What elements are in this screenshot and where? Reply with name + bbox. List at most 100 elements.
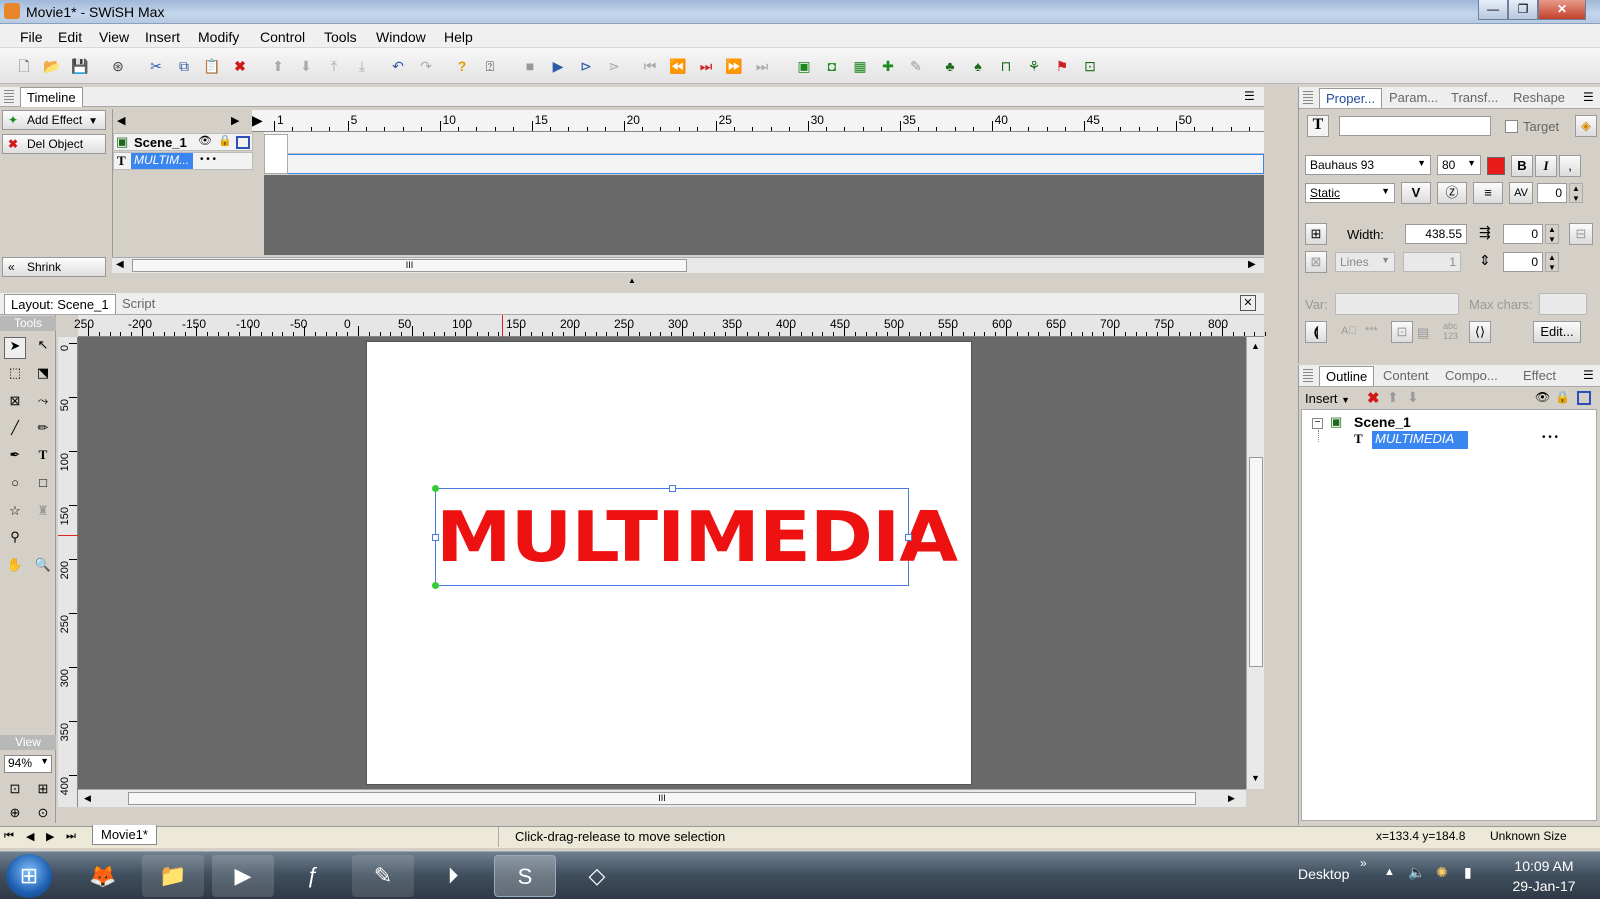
send-backward-icon[interactable]: ⬇ — [296, 56, 316, 76]
width-input[interactable]: 438.55 — [1405, 224, 1467, 244]
lock-icon[interactable]: 🔒 — [218, 134, 232, 147]
extra-app-icon[interactable]: ◇ — [566, 855, 628, 897]
zoom-fit-icon[interactable]: ⊡ — [4, 781, 26, 803]
stage-canvas[interactable]: MULTIMEDIA — [366, 341, 972, 785]
undo-icon[interactable]: ↶ — [388, 56, 408, 76]
panel-grip[interactable] — [1303, 369, 1313, 383]
send-to-back-icon[interactable]: ⤓ — [352, 56, 372, 76]
print-preview-icon[interactable]: ⊛ — [108, 56, 128, 76]
insert-script-icon[interactable]: ✎ — [906, 56, 926, 76]
menu-edit[interactable]: Edit — [58, 29, 82, 45]
scroll-right-icon[interactable]: ▶ — [231, 114, 239, 127]
autoshape-tool-icon[interactable]: ☆ — [4, 503, 26, 525]
tab-content[interactable]: Content — [1383, 368, 1429, 383]
tab-parameters[interactable]: Param... — [1389, 90, 1438, 105]
stop-icon[interactable]: ■ — [520, 56, 540, 76]
menu-modify[interactable]: Modify — [198, 29, 239, 45]
insert-sprite-icon[interactable]: ✚ — [878, 56, 898, 76]
text-type-select[interactable]: Static ▼ — [1305, 183, 1395, 203]
font-select[interactable]: Bauhaus 93 ▼ — [1305, 155, 1431, 175]
tab-properties[interactable]: Proper... — [1319, 88, 1383, 108]
line-spacing-spinner[interactable]: ▲ ▼ — [1545, 252, 1559, 272]
insert-button-icon[interactable]: ◘ — [822, 56, 842, 76]
paste-icon[interactable]: 📋 — [202, 56, 222, 76]
stage-text[interactable]: MULTIMEDIA — [436, 498, 958, 575]
next-frame-icon[interactable]: ⏩ — [724, 56, 744, 76]
object-name-input[interactable] — [1339, 116, 1491, 136]
tab-transform[interactable]: Transf... — [1451, 90, 1498, 105]
html-text-icon[interactable]: A⃞ — [1341, 325, 1357, 337]
network-icon[interactable]: ✺ — [1436, 864, 1448, 881]
outline-text-item[interactable]: MULTIMEDIA — [1372, 431, 1468, 449]
bold-button[interactable]: B — [1511, 155, 1533, 177]
scroll-left-arrow-icon[interactable]: ◀ — [84, 793, 91, 804]
zoom-select[interactable]: 94% ▼ — [4, 755, 52, 773]
playhead-icon[interactable]: ▶ — [252, 112, 263, 129]
desktop-toolbar-label[interactable]: Desktop — [1298, 866, 1349, 882]
prev-frame-icon[interactable]: ⏪ — [668, 56, 688, 76]
eyedropper-tool-icon[interactable]: ⚲ — [4, 529, 26, 551]
selection-box[interactable]: MULTIMEDIA — [432, 485, 958, 589]
visibility-eye-icon[interactable]: 👁 — [1535, 390, 1550, 404]
text-color-swatch[interactable] — [1487, 157, 1505, 175]
help-icon[interactable]: ? — [452, 56, 472, 76]
visibility-eye-icon[interactable]: 👁 — [198, 134, 212, 147]
delete-icon[interactable]: ✖ — [1367, 389, 1380, 407]
multiline-icon[interactable]: ▤ — [1417, 325, 1429, 341]
next-keyframe-icon[interactable]: ⏭ — [696, 56, 716, 76]
line-tool-icon[interactable]: ╱ — [4, 420, 26, 442]
splitter-handle[interactable]: ▲ — [0, 277, 1264, 285]
reshape-tool-icon[interactable]: ⬔ — [32, 365, 54, 387]
close-button[interactable]: ✕ — [1538, 0, 1586, 20]
handle-top-left[interactable] — [432, 485, 439, 492]
pen-tool-icon[interactable]: ✒ — [4, 447, 26, 469]
ellipse-tool-icon[interactable]: ○ — [4, 475, 26, 497]
handle-middle-left[interactable] — [432, 534, 439, 541]
menu-view[interactable]: View — [99, 29, 129, 45]
stage-area[interactable]: MULTIMEDIA — [78, 337, 1246, 789]
kerning-spinner[interactable]: ▲ ▼ — [1569, 183, 1583, 203]
volume-icon[interactable]: 🔈 — [1408, 864, 1425, 881]
tray-expand-icon[interactable]: ▲ — [1384, 866, 1395, 878]
handle-middle-right[interactable] — [905, 534, 912, 541]
panel-menu-icon[interactable]: ☰ — [1583, 90, 1594, 104]
indent-input[interactable]: 0 — [1503, 224, 1543, 244]
redo-icon[interactable]: ↷ — [416, 56, 436, 76]
zoom-in-icon[interactable]: ⊕ — [4, 805, 26, 823]
subselect-tool-icon[interactable]: ↖ — [32, 337, 54, 359]
swish-max-icon[interactable]: S — [494, 855, 556, 897]
cut-icon[interactable]: ✂ — [146, 56, 166, 76]
zoom-all-icon[interactable]: ⊙ — [32, 805, 54, 823]
frame-cursor[interactable] — [264, 134, 288, 174]
tab-timeline[interactable]: Timeline — [20, 87, 83, 107]
move-up-icon[interactable]: ⬆ — [1387, 389, 1399, 406]
menu-window[interactable]: Window — [376, 29, 426, 45]
panel-grip[interactable] — [1303, 91, 1313, 105]
scroll-down-icon[interactable]: ▼ — [1251, 773, 1260, 783]
border-icon[interactable]: ⊡ — [1391, 321, 1413, 343]
panel-menu-icon[interactable]: ☰ — [1583, 368, 1594, 382]
insert-sound-icon[interactable]: ♣ — [940, 56, 960, 76]
first-doc-icon[interactable]: ⏮ — [4, 830, 14, 843]
indent-spinner[interactable]: ▲ ▼ — [1545, 224, 1559, 244]
font-size-select[interactable]: 80 ▼ — [1437, 155, 1481, 175]
scene-track[interactable] — [264, 132, 1264, 154]
flash-player-icon[interactable]: ƒ — [282, 855, 344, 897]
collapse-icon[interactable]: − — [1312, 418, 1323, 429]
move-down-icon[interactable]: ⬇ — [1407, 389, 1419, 406]
properties-extra-icon[interactable]: ◈ — [1575, 115, 1597, 137]
kerning-icon[interactable]: AV — [1509, 182, 1533, 204]
video-editor-icon[interactable]: ▶ — [212, 855, 274, 897]
menu-insert[interactable]: Insert — [145, 29, 180, 45]
export-swf-icon[interactable]: ♠ — [968, 56, 988, 76]
tab-components[interactable]: Compo... — [1445, 368, 1498, 383]
frame-ruler[interactable]: ▶ 1 5 10 15 20 25 30 35 40 45 50 — [252, 110, 1264, 132]
maximize-button[interactable]: ❐ — [1508, 0, 1538, 20]
zoom-selection-icon[interactable]: ⊞ — [32, 781, 54, 803]
del-object-button[interactable]: ✖ Del Object — [2, 134, 106, 154]
insert-group-icon[interactable]: ▦ — [850, 56, 870, 76]
line-spacing-input[interactable]: 0 — [1503, 252, 1543, 272]
clock-time[interactable]: 10:09 AM — [1504, 858, 1584, 874]
password-icon[interactable]: *** — [1365, 325, 1378, 337]
zoom-tool-icon[interactable]: 🔍 — [32, 557, 54, 579]
